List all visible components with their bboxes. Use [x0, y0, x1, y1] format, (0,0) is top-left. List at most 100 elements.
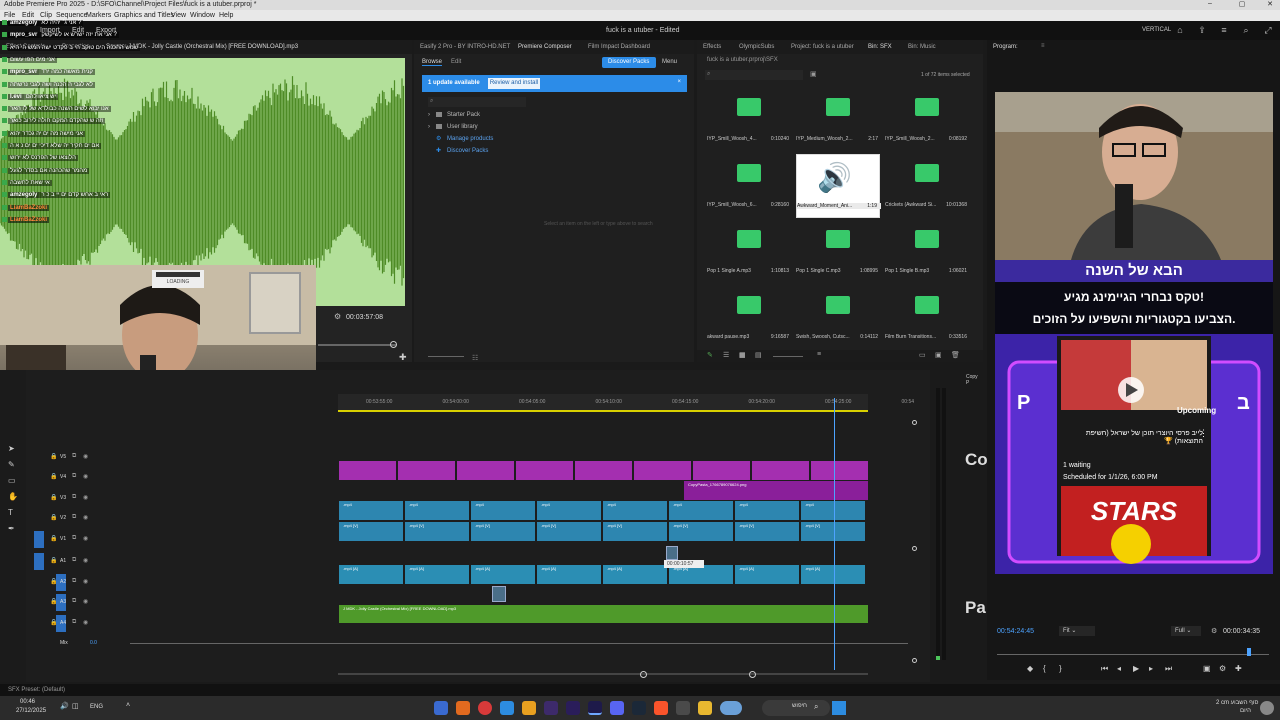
go-to-in-icon[interactable]: ⏮: [1101, 664, 1108, 674]
tree-discover-packs[interactable]: Discover Packs: [447, 148, 488, 154]
review-install-button[interactable]: Review and install: [488, 78, 540, 89]
caption-clip[interactable]: [398, 461, 455, 480]
audio-clip[interactable]: .mp4 [A]: [405, 565, 469, 584]
lock-icon[interactable]: 🔒: [50, 453, 57, 460]
bin-item[interactable]: IYP_Smill_Woosh_6... 0:28160: [707, 154, 791, 218]
video-clip[interactable]: .mp4 [V]: [471, 522, 535, 541]
tree-starter-pack[interactable]: Starter Pack: [447, 112, 480, 118]
video-clip[interactable]: .mp4: [735, 501, 799, 520]
track-header-a2[interactable]: A2 🔒 ⧉ ◉: [30, 573, 330, 593]
vscroll-handle-bottom[interactable]: [912, 658, 917, 663]
video-clip[interactable]: .mp4: [405, 501, 469, 520]
lock-icon[interactable]: 🔒: [50, 619, 57, 626]
track-target-toggle[interactable]: [34, 553, 44, 570]
tab-film-impact[interactable]: Film Impact Dashboard: [588, 44, 650, 50]
go-to-out-icon[interactable]: ⏭: [1165, 664, 1172, 674]
bin-item[interactable]: IYP_Smill_Woosh_2... 0:08192: [885, 88, 969, 152]
video-clip[interactable]: .mp4: [669, 501, 733, 520]
video-clip[interactable]: .mp4: [801, 501, 865, 520]
source-scrub-handle[interactable]: [390, 341, 397, 348]
lock-icon[interactable]: 🔒: [50, 535, 57, 542]
drag-clip-preview[interactable]: [666, 546, 678, 560]
copy-panel-tab[interactable]: Copy P: [966, 374, 978, 386]
workspace-vertical-label[interactable]: VERTICAL: [1142, 27, 1171, 33]
home-icon[interactable]: ⌂: [1174, 25, 1186, 35]
chat-username[interactable]: amzegoly: [8, 20, 40, 27]
tree-manage-products[interactable]: Manage products: [447, 136, 493, 142]
tab-effects[interactable]: Effects: [703, 44, 721, 50]
clock-time[interactable]: 00:46: [20, 699, 35, 705]
app-icon-5[interactable]: [522, 701, 536, 715]
pencil-icon[interactable]: ✎: [707, 351, 713, 359]
eye-icon[interactable]: ◉: [83, 557, 88, 564]
bin-item[interactable]: Pop 1 Single C.mp3 1:08995: [796, 220, 880, 284]
menu-clip[interactable]: Clip: [40, 12, 52, 19]
wrench-icon[interactable]: ⚙: [334, 312, 341, 321]
sync-icon[interactable]: ⧉: [72, 453, 76, 460]
clock-date[interactable]: 27/12/2025: [16, 708, 46, 714]
tab-easify[interactable]: Easify 2 Pro - BY INTRO-HD.NET: [420, 44, 510, 50]
app-icon-12[interactable]: [676, 701, 690, 715]
audio-clip[interactable]: .mp4 [A]: [471, 565, 535, 584]
track-header-v1[interactable]: V1 🔒 ⧉ ◉: [30, 530, 330, 550]
network-icon[interactable]: ◫: [72, 702, 79, 710]
eye-icon[interactable]: ◉: [83, 453, 88, 460]
windows-start-icon[interactable]: [832, 701, 846, 715]
caption-clip[interactable]: [634, 461, 691, 480]
video-clip[interactable]: .mp4: [339, 501, 403, 520]
chevron-up-icon[interactable]: ˄: [126, 702, 130, 709]
sync-icon[interactable]: ⧉: [72, 514, 76, 521]
audio-clip[interactable]: .mp4 [A]: [537, 565, 601, 584]
bin-item[interactable]: akward pause.mp3 9:16587: [707, 286, 791, 350]
taskbar-search[interactable]: חיפוש ⌕: [762, 700, 830, 716]
ripple-tool-icon[interactable]: ▭: [8, 476, 16, 485]
zoom-slider[interactable]: [428, 356, 464, 357]
app-icon-4[interactable]: [500, 701, 514, 715]
chevron-right-icon[interactable]: ›: [428, 124, 430, 130]
sync-icon[interactable]: ⧉: [72, 619, 76, 626]
menu-edit[interactable]: Edit: [22, 12, 34, 19]
video-clip[interactable]: .mp4 [V]: [603, 522, 667, 541]
chat-username[interactable]: mpro_svr: [8, 32, 40, 39]
add-icon[interactable]: ✚: [399, 352, 407, 363]
eye-icon[interactable]: ◉: [83, 514, 88, 521]
sync-icon[interactable]: ⧉: [72, 598, 76, 605]
step-forward-icon[interactable]: ▸: [1149, 664, 1153, 673]
audio-clip[interactable]: .mp4 [A]: [801, 565, 865, 584]
app-icon-14[interactable]: [720, 701, 742, 715]
pen-tool-icon[interactable]: ✒: [8, 524, 15, 533]
eye-icon[interactable]: ◉: [83, 598, 88, 605]
play-icon[interactable]: ▶: [1133, 664, 1139, 673]
track-select-icon[interactable]: ✎: [8, 460, 15, 469]
scroll-handle-left[interactable]: [640, 671, 647, 678]
track-header-a4[interactable]: A4 🔒 ⧉ ◉: [30, 614, 330, 634]
bin-item[interactable]: Crickets (Awkward Si... 10:01368: [885, 154, 969, 218]
sync-icon[interactable]: ⧉: [72, 578, 76, 585]
share-icon[interactable]: ⇪: [1196, 25, 1208, 35]
sync-icon[interactable]: ⧉: [72, 535, 76, 542]
track-header-mix[interactable]: Mix 0.0: [30, 634, 908, 654]
video-clip[interactable]: .mp4: [471, 501, 535, 520]
bin-search-input[interactable]: ⌕: [705, 70, 803, 80]
chat-username[interactable]: l.evi: [8, 93, 24, 100]
video-clip[interactable]: .mp4 [V]: [405, 522, 469, 541]
bin-item[interactable]: IYP_Smill_Woosh_4... 0:10240: [707, 88, 791, 152]
freeform-view-icon[interactable]: ▤: [755, 351, 762, 359]
app-icon-3[interactable]: [478, 701, 492, 715]
settings-icon[interactable]: ⚙: [1219, 664, 1226, 673]
video-clip[interactable]: .mp4 [V]: [537, 522, 601, 541]
source-timecode[interactable]: 00:03:57:08: [346, 314, 383, 321]
chat-username[interactable]: LiamBaZzoki: [8, 204, 50, 211]
video-clip[interactable]: .mp4 [V]: [801, 522, 865, 541]
video-clip[interactable]: .mp4 [V]: [735, 522, 799, 541]
caption-clip[interactable]: [693, 461, 750, 480]
lock-icon[interactable]: 🔒: [50, 578, 57, 585]
resolution-dropdown[interactable]: Full ⌄: [1171, 626, 1201, 636]
premiere-taskbar-icon[interactable]: [588, 701, 602, 715]
program-playhead[interactable]: [1247, 648, 1251, 656]
program-scrub-bar[interactable]: [997, 654, 1269, 655]
lock-icon[interactable]: 🔒: [50, 557, 57, 564]
menu-file[interactable]: File: [4, 12, 15, 19]
caption-clip[interactable]: [752, 461, 809, 480]
weather-text[interactable]: 2 cm סוף השבוע: [1216, 700, 1258, 706]
